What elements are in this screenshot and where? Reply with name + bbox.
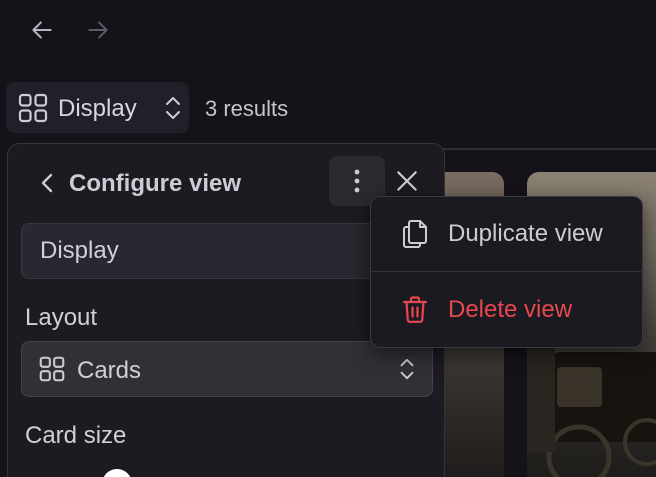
- chevron-updown-icon: [166, 97, 180, 119]
- chevron-left-icon: [41, 173, 53, 193]
- layout-select[interactable]: Cards: [21, 341, 433, 397]
- card-size-slider-handle[interactable]: [102, 469, 132, 477]
- results-count: 3 results: [205, 96, 289, 121]
- grid-icon: [39, 356, 65, 382]
- copy-icon: [403, 220, 427, 248]
- more-vertical-icon: [354, 169, 360, 193]
- delete-view-label: Delete view: [448, 296, 573, 323]
- duplicate-view-menu-item[interactable]: Duplicate view: [371, 197, 642, 271]
- trash-icon: [402, 296, 428, 323]
- chevron-updown-icon: [400, 358, 414, 380]
- forward-button[interactable]: [82, 14, 114, 46]
- panel-back-button[interactable]: [36, 170, 58, 201]
- duplicate-view-label: Duplicate view: [448, 220, 603, 247]
- view-options-menu: Duplicate view Delete view: [370, 196, 643, 348]
- view-switcher-label: Display: [58, 95, 137, 122]
- menu-divider: [371, 271, 642, 272]
- delete-view-menu-item[interactable]: Delete view: [371, 273, 642, 347]
- close-panel-button[interactable]: [394, 168, 420, 199]
- header-divider: [440, 148, 656, 150]
- card-size-label: Card size: [25, 422, 127, 449]
- close-icon: [397, 171, 417, 191]
- grid-icon: [18, 93, 48, 123]
- layout-label: Layout: [25, 304, 98, 331]
- arrow-left-icon: [32, 21, 52, 39]
- arrow-right-icon: [88, 21, 108, 39]
- view-switcher-button[interactable]: Display: [6, 82, 189, 133]
- layout-select-value: Cards: [77, 357, 142, 384]
- panel-title: Configure view: [69, 170, 242, 197]
- back-button[interactable]: [26, 14, 58, 46]
- app-root: Display 3 results Configure view Display…: [0, 0, 656, 477]
